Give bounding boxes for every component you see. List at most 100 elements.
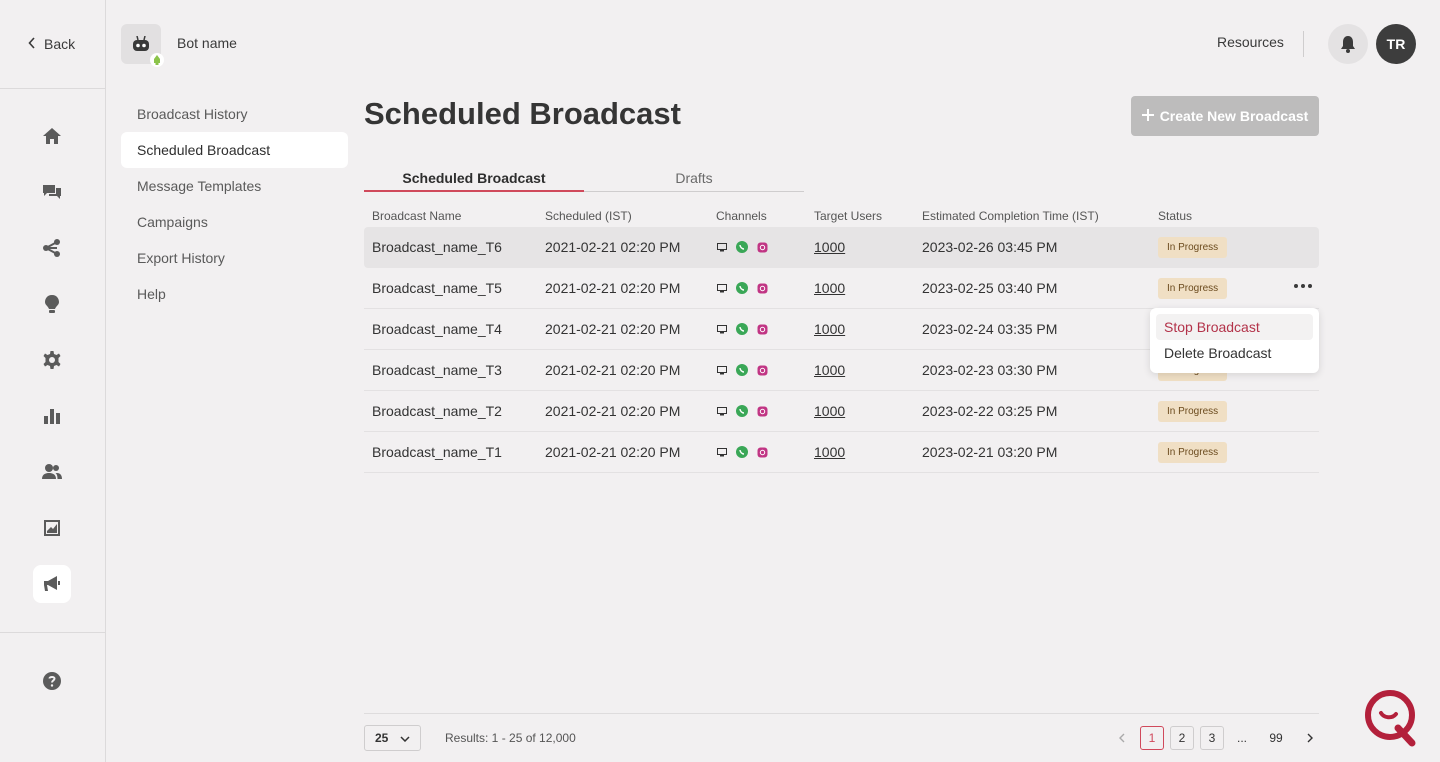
chat-icon[interactable] bbox=[33, 173, 71, 211]
instagram-icon bbox=[756, 282, 768, 294]
resources-link[interactable]: Resources bbox=[1217, 34, 1284, 50]
channels bbox=[716, 446, 768, 458]
subnav-item-campaigns[interactable]: Campaigns bbox=[121, 204, 348, 240]
delete-broadcast-option[interactable]: Delete Broadcast bbox=[1156, 340, 1313, 366]
analytics-icon[interactable] bbox=[33, 397, 71, 435]
notification-bell-icon[interactable] bbox=[1328, 24, 1368, 64]
per-page-select[interactable]: 25 bbox=[364, 725, 421, 751]
bot-icon bbox=[133, 36, 149, 51]
estimated-completion: 2023-02-21 03:20 PM bbox=[922, 444, 1058, 460]
target-users-link[interactable]: 1000 bbox=[814, 239, 845, 255]
target-users-link[interactable]: 1000 bbox=[814, 280, 845, 296]
per-page-value: 25 bbox=[375, 731, 389, 745]
scheduled-time: 2021-02-21 02:20 PM bbox=[545, 403, 681, 419]
question-icon[interactable] bbox=[33, 662, 71, 700]
tab-drafts[interactable]: Drafts bbox=[584, 168, 804, 192]
estimated-completion: 2023-02-23 03:30 PM bbox=[922, 362, 1058, 378]
integrations-icon[interactable] bbox=[33, 509, 71, 547]
subnav-item-export-history[interactable]: Export History bbox=[121, 240, 348, 276]
subnav-item-scheduled-broadcast[interactable]: Scheduled Broadcast bbox=[121, 132, 348, 168]
subnav-item-broadcast-history[interactable]: Broadcast History bbox=[121, 96, 348, 132]
channels bbox=[716, 364, 768, 376]
tab-scheduled-broadcast[interactable]: Scheduled Broadcast bbox=[364, 168, 584, 192]
status-badge: In Progress bbox=[1158, 236, 1228, 258]
column-header[interactable]: Target Users bbox=[814, 209, 882, 223]
subnav-item-help[interactable]: Help bbox=[121, 276, 348, 312]
broadcast-name: Broadcast_name_T6 bbox=[372, 239, 502, 255]
table-header: Broadcast Name Scheduled (IST) Channels … bbox=[364, 205, 1319, 227]
whatsapp-icon bbox=[736, 364, 748, 376]
create-button-label: Create New Broadcast bbox=[1159, 108, 1309, 124]
whatsapp-icon bbox=[736, 405, 748, 417]
target-users-link[interactable]: 1000 bbox=[814, 444, 845, 460]
flow-icon[interactable] bbox=[33, 229, 71, 267]
next-page-icon[interactable] bbox=[1298, 726, 1322, 750]
bot-status-icon bbox=[150, 53, 164, 67]
page-button[interactable]: 3 bbox=[1200, 726, 1224, 750]
web-channel-icon bbox=[716, 446, 728, 458]
broadcast-name: Broadcast_name_T1 bbox=[372, 444, 502, 460]
page-ellipsis: ... bbox=[1230, 726, 1254, 750]
back-label: Back bbox=[44, 36, 76, 52]
create-new-broadcast-button[interactable]: Create New Broadcast bbox=[1131, 96, 1319, 136]
web-channel-icon bbox=[716, 405, 728, 417]
web-channel-icon bbox=[716, 282, 728, 294]
instagram-icon bbox=[756, 364, 768, 376]
broadcast-name: Broadcast_name_T3 bbox=[372, 362, 502, 378]
channels bbox=[716, 323, 768, 335]
stop-broadcast-option[interactable]: Stop Broadcast bbox=[1156, 314, 1313, 340]
column-header[interactable]: Channels bbox=[716, 209, 767, 223]
left-rail: Back bbox=[0, 0, 106, 762]
channels bbox=[716, 241, 768, 253]
web-channel-icon bbox=[716, 323, 728, 335]
target-users-link[interactable]: 1000 bbox=[814, 403, 845, 419]
users-icon[interactable] bbox=[33, 453, 71, 491]
target-users-link[interactable]: 1000 bbox=[814, 321, 845, 337]
chevron-left-icon bbox=[28, 36, 36, 52]
whatsapp-icon bbox=[736, 241, 748, 253]
row-actions-menu: Stop Broadcast Delete Broadcast bbox=[1150, 308, 1319, 373]
status-badge: In Progress bbox=[1158, 441, 1228, 463]
broadcast-name: Broadcast_name_T2 bbox=[372, 403, 502, 419]
page-button[interactable]: 1 bbox=[1140, 726, 1164, 750]
column-header[interactable]: Broadcast Name bbox=[372, 209, 461, 223]
estimated-completion: 2023-02-24 03:35 PM bbox=[922, 321, 1058, 337]
estimated-completion: 2023-02-25 03:40 PM bbox=[922, 280, 1058, 296]
broadcast-icon[interactable] bbox=[33, 565, 71, 603]
whatsapp-icon bbox=[736, 323, 748, 335]
channels bbox=[716, 405, 768, 417]
instagram-icon bbox=[756, 405, 768, 417]
bulb-icon[interactable] bbox=[33, 285, 71, 323]
broadcast-name: Broadcast_name_T4 bbox=[372, 321, 502, 337]
channels bbox=[716, 282, 768, 294]
plus-icon bbox=[1141, 108, 1154, 124]
header-divider bbox=[1303, 31, 1304, 57]
column-header[interactable]: Estimated Completion Time (IST) bbox=[922, 209, 1099, 223]
instagram-icon bbox=[756, 241, 768, 253]
back-button[interactable]: Back bbox=[28, 36, 75, 52]
broadcast-tabs: Scheduled Broadcast Drafts bbox=[364, 168, 804, 192]
target-users-link[interactable]: 1000 bbox=[814, 362, 845, 378]
table-row[interactable]: Broadcast_name_T5 2021-02-21 02:20 PM 1000… bbox=[364, 268, 1319, 309]
user-avatar[interactable]: TR bbox=[1376, 24, 1416, 64]
more-options-icon[interactable] bbox=[1290, 280, 1316, 292]
footer-divider bbox=[364, 713, 1319, 714]
subnav-item-message-templates[interactable]: Message Templates bbox=[121, 168, 348, 204]
table-row[interactable]: Broadcast_name_T6 2021-02-21 02:20 PM 1000… bbox=[364, 227, 1319, 268]
page-button[interactable]: 99 bbox=[1260, 726, 1292, 750]
home-icon[interactable] bbox=[33, 117, 71, 155]
column-header[interactable]: Status bbox=[1158, 209, 1192, 223]
column-header[interactable]: Scheduled (IST) bbox=[545, 209, 632, 223]
whatsapp-icon bbox=[736, 282, 748, 294]
status-badge: In Progress bbox=[1158, 277, 1228, 299]
page-button[interactable]: 2 bbox=[1170, 726, 1194, 750]
support-chat-icon[interactable] bbox=[1364, 688, 1418, 748]
prev-page-icon[interactable] bbox=[1110, 726, 1134, 750]
table-row[interactable]: Broadcast_name_T1 2021-02-21 02:20 PM 1000… bbox=[364, 432, 1319, 473]
web-channel-icon bbox=[716, 241, 728, 253]
instagram-icon bbox=[756, 323, 768, 335]
web-channel-icon bbox=[716, 364, 728, 376]
status-badge: In Progress bbox=[1158, 400, 1228, 422]
table-row[interactable]: Broadcast_name_T2 2021-02-21 02:20 PM 1000… bbox=[364, 391, 1319, 432]
gear-icon[interactable] bbox=[33, 341, 71, 379]
